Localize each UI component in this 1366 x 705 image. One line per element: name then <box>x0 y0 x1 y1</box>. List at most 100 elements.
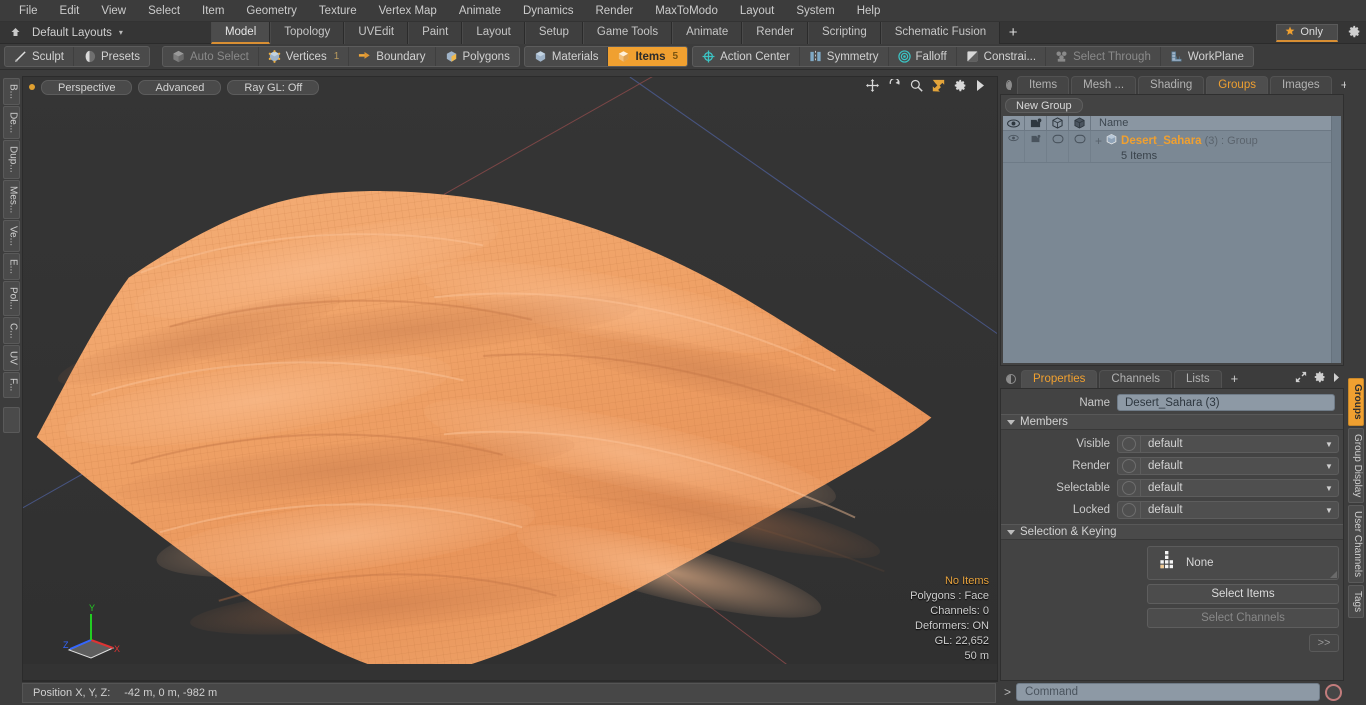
chevron-down-icon[interactable]: ▼ <box>1320 440 1338 449</box>
tool-action-center[interactable]: Action Center <box>693 47 800 66</box>
layout-tab-model[interactable]: Model <box>210 21 271 44</box>
members-row-dropdown[interactable]: default ▼ <box>1117 479 1339 497</box>
left-tool-tab-4[interactable]: Ve... <box>2 220 20 253</box>
left-tool-tab-0[interactable]: B... <box>2 78 20 106</box>
chevron-down-icon[interactable]: ▼ <box>1320 484 1338 493</box>
selection-set-field[interactable]: None <box>1147 546 1339 580</box>
groups-tab-groups[interactable]: Groups <box>1206 76 1268 94</box>
tool-auto-select[interactable]: Auto Select <box>163 47 259 66</box>
menu-item-edit[interactable]: Edit <box>49 0 91 22</box>
groups-list-empty-area[interactable] <box>1003 163 1331 363</box>
expand-icon[interactable] <box>1295 371 1307 386</box>
row-wire-toggle-icon[interactable] <box>1047 131 1069 162</box>
group-expand-icon[interactable]: + <box>1095 135 1102 147</box>
tool-presets[interactable]: Presets <box>74 47 149 66</box>
wire-cube-icon[interactable] <box>1047 116 1069 130</box>
right-tab-group-display[interactable]: Group Display <box>1348 427 1364 503</box>
groups-list[interactable]: Name + Desert_Sahara (3): Group 5 Items <box>1003 116 1341 363</box>
group-row[interactable]: + Desert_Sahara (3): Group 5 Items <box>1003 131 1331 163</box>
groups-list-scrollbar[interactable] <box>1331 116 1341 363</box>
left-tool-tab-6[interactable]: Pol... <box>2 281 20 316</box>
members-row-dropdown[interactable]: default ▼ <box>1117 501 1339 519</box>
menu-item-item[interactable]: Item <box>191 0 235 22</box>
left-tool-tab-5[interactable]: E... <box>2 253 20 281</box>
left-tool-tab-8[interactable]: UV <box>2 345 20 372</box>
layout-name[interactable]: Default Layouts <box>26 27 118 39</box>
tool-select-through[interactable]: Select Through <box>1046 47 1161 66</box>
row-shaded-toggle-icon[interactable] <box>1069 131 1091 162</box>
knob-icon[interactable] <box>1122 481 1136 495</box>
layout-tab-layout[interactable]: Layout <box>462 21 525 44</box>
groups-tab-items[interactable]: Items <box>1017 76 1070 94</box>
command-input[interactable]: Command <box>1016 683 1320 701</box>
only-toggle[interactable]: Only <box>1276 23 1338 42</box>
add-layout-tab-button[interactable]: + <box>1000 22 1026 44</box>
right-tab-user-channels[interactable]: User Channels <box>1348 504 1364 584</box>
layout-tab-setup[interactable]: Setup <box>524 21 583 44</box>
right-tab-groups[interactable]: Groups <box>1348 378 1364 426</box>
left-tool-tab-2[interactable]: Dup... <box>2 140 20 179</box>
viewport-3d[interactable]: Perspective Advanced Ray GL: Off No Item… <box>22 76 998 681</box>
gear-icon[interactable] <box>1314 371 1326 386</box>
tool-items[interactable]: Items 5 <box>608 47 688 66</box>
left-tool-tab-1[interactable]: De... <box>2 106 20 140</box>
rotate-icon[interactable] <box>888 77 901 95</box>
shaded-cube-icon[interactable] <box>1069 116 1091 130</box>
tool-materials[interactable]: Materials <box>525 47 609 66</box>
group-name[interactable]: Desert_Sahara <box>1121 135 1202 147</box>
viewport-shading-button[interactable]: Advanced <box>138 79 222 95</box>
selection-section-header[interactable]: Selection & Keying <box>1001 524 1343 540</box>
layout-tab-uvedit[interactable]: UVEdit <box>344 21 409 44</box>
viewport-menu-dot[interactable] <box>29 84 35 90</box>
name-input[interactable]: Desert_Sahara (3) <box>1117 394 1335 411</box>
viewport-raygl-button[interactable]: Ray GL: Off <box>227 79 320 95</box>
menu-item-layout[interactable]: Layout <box>729 0 786 22</box>
menu-item-geometry[interactable]: Geometry <box>235 0 308 22</box>
viewport-projection-button[interactable]: Perspective <box>41 79 133 95</box>
chevron-right-icon[interactable] <box>976 80 985 94</box>
layout-tab-schematic-fusion[interactable]: Schematic Fusion <box>880 21 1001 44</box>
layout-tab-render[interactable]: Render <box>742 21 808 44</box>
menu-item-vertex-map[interactable]: Vertex Map <box>368 0 448 22</box>
properties-tab-lists[interactable]: Lists <box>1174 370 1222 388</box>
layout-tab-paint[interactable]: Paint <box>408 21 463 44</box>
chevron-down-icon[interactable]: ▼ <box>1320 462 1338 471</box>
tool-sculpt[interactable]: Sculpt <box>5 47 74 66</box>
gear-icon[interactable] <box>1342 25 1366 41</box>
properties-tab-properties[interactable]: Properties <box>1021 370 1098 388</box>
menu-item-select[interactable]: Select <box>137 0 191 22</box>
menu-item-view[interactable]: View <box>90 0 137 22</box>
members-row-dropdown[interactable]: default ▼ <box>1117 435 1339 453</box>
menu-item-help[interactable]: Help <box>846 0 892 22</box>
left-tool-tab-9[interactable]: F... <box>2 372 20 398</box>
tool-boundary[interactable]: Boundary <box>349 47 436 66</box>
row-eye-icon[interactable] <box>1003 131 1025 162</box>
left-tool-tab-3[interactable]: Mes... <box>2 179 20 220</box>
right-tab-tags[interactable]: Tags <box>1348 585 1364 619</box>
gear-icon[interactable] <box>954 79 967 95</box>
render-icon[interactable] <box>1025 116 1047 130</box>
layout-tab-game-tools[interactable]: Game Tools <box>582 21 673 44</box>
menu-item-system[interactable]: System <box>785 0 845 22</box>
add-properties-tab-button[interactable]: + <box>1224 370 1246 388</box>
layout-tab-topology[interactable]: Topology <box>270 21 345 44</box>
pan-icon[interactable] <box>866 79 879 95</box>
left-tool-tab-extra[interactable] <box>2 406 20 433</box>
groups-tab-mesh[interactable]: Mesh ... <box>1071 76 1137 94</box>
left-tool-tab-7[interactable]: C... <box>2 316 20 345</box>
panel-menu-dot[interactable] <box>1006 374 1016 384</box>
panel-menu-dot[interactable] <box>1006 80 1012 90</box>
chevron-right-icon[interactable] <box>1333 372 1340 385</box>
tool-vertices[interactable]: Vertices 1 <box>259 47 350 66</box>
select-items-button[interactable]: Select Items <box>1147 584 1339 604</box>
tool-workplane[interactable]: WorkPlane <box>1161 47 1253 66</box>
resize-corner-icon[interactable] <box>1330 571 1337 578</box>
members-section-header[interactable]: Members <box>1001 414 1343 430</box>
menu-item-maxtomodo[interactable]: MaxToModo <box>644 0 729 22</box>
properties-tab-channels[interactable]: Channels <box>1099 370 1173 388</box>
menu-item-texture[interactable]: Texture <box>308 0 368 22</box>
tool-symmetry[interactable]: Symmetry <box>800 47 889 66</box>
knob-icon[interactable] <box>1122 437 1136 451</box>
row-render-icon[interactable] <box>1025 131 1047 162</box>
menu-item-render[interactable]: Render <box>584 0 644 22</box>
